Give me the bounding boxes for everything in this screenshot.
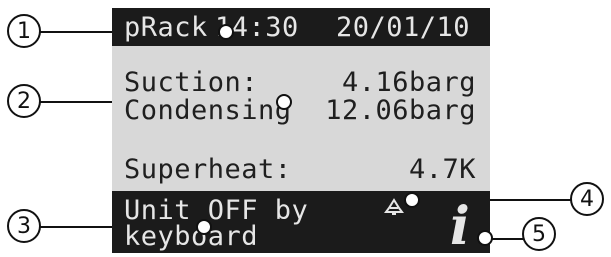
status-line-2: keyboard: [124, 221, 259, 252]
callout-badge-3: 3: [7, 209, 41, 243]
alarm-bell-icon[interactable]: [384, 198, 404, 216]
condensing-label: Condensing: [124, 95, 292, 126]
callout-3-dot: [196, 219, 212, 235]
condensing-value: 12.06barg: [325, 95, 476, 126]
callout-badge-2: 2: [7, 84, 41, 118]
lcd-display: pRack 14:30 20/01/10 Suction: 4.16barg C…: [112, 8, 490, 253]
suction-label: Suction:: [124, 67, 259, 98]
superheat-value: 4.7K: [408, 154, 476, 185]
clock-date: 20/01/10: [336, 12, 471, 43]
info-icon[interactable]: i: [450, 201, 470, 253]
callout-badge-1: 1: [7, 14, 41, 48]
callout-badge-4: 4: [570, 182, 604, 216]
callout-badge-5: 5: [522, 217, 556, 251]
superheat-label: Superheat:: [124, 154, 292, 185]
status-line-1: Unit OFF by: [124, 195, 309, 226]
app-name: pRack: [124, 12, 208, 43]
callout-2-dot: [276, 94, 292, 110]
callout-1-dot: [218, 24, 234, 40]
suction-value: 4.16barg: [341, 67, 476, 98]
callout-4-dot: [404, 192, 420, 208]
callout-5-dot: [477, 230, 493, 246]
